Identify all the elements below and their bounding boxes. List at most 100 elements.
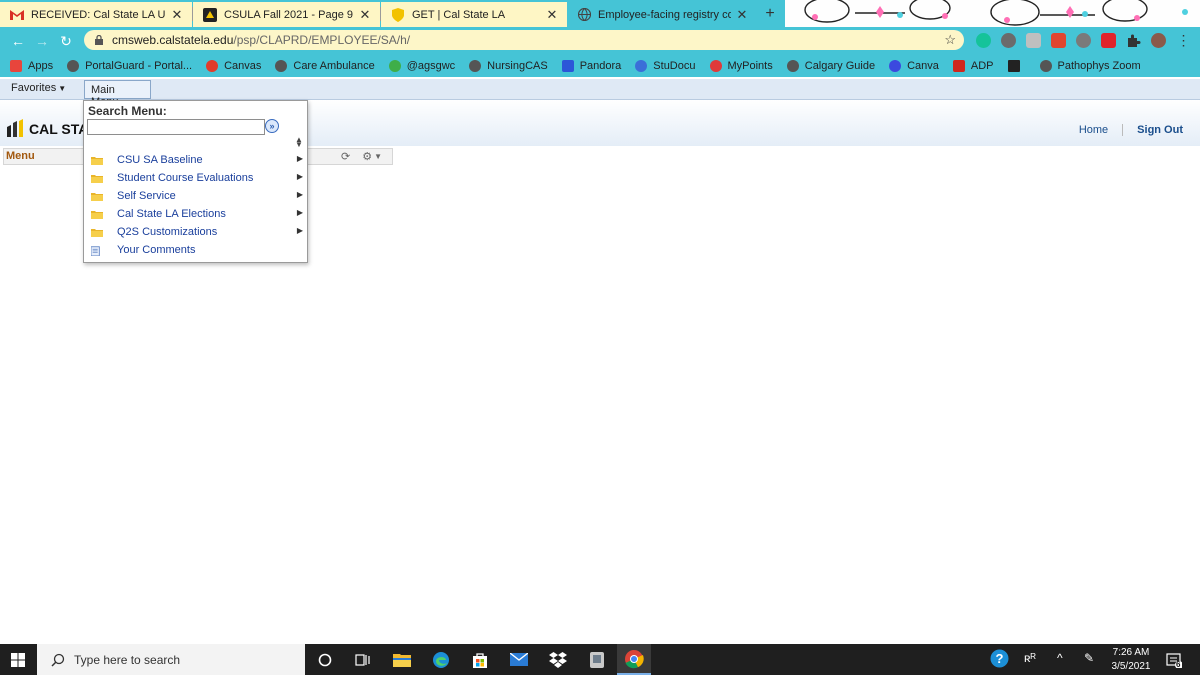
forward-icon[interactable]: → <box>33 32 51 50</box>
pen-icon[interactable]: ✎ <box>1084 651 1094 665</box>
bookmark-pandora[interactable]: Pandora <box>561 59 622 72</box>
menu-item-cal-state-la-elections[interactable]: Cal State LA Elections ▶ <box>91 205 303 223</box>
address-bar[interactable]: cmsweb.calstatela.edu /psp/CLAPRD/EMPLOY… <box>84 30 964 50</box>
show-hidden-icons-icon[interactable]: ^ <box>1057 651 1063 665</box>
sort-icon[interactable]: ▲ ▼ <box>295 136 303 149</box>
edge-icon[interactable] <box>430 649 451 670</box>
menu-item-q2s-customizations[interactable]: Q2S Customizations ▶ <box>91 223 303 241</box>
avatar[interactable] <box>1151 33 1166 48</box>
folder-icon <box>91 228 103 237</box>
sign-out-link[interactable]: Sign Out <box>1137 124 1183 136</box>
close-icon[interactable]: ✕ <box>545 7 559 23</box>
bookmark-label: StuDocu <box>653 59 696 72</box>
favorites-menu[interactable]: Favorites ▼ <box>11 82 66 94</box>
bookmark-film[interactable] <box>1007 59 1026 72</box>
menu-item-your-comments[interactable]: Your Comments <box>91 241 303 259</box>
reload-icon[interactable]: ↻ <box>57 32 75 50</box>
close-icon[interactable]: ✕ <box>170 7 184 23</box>
search-go-button[interactable]: » <box>265 119 279 133</box>
menu-pagelet-title: Menu <box>6 150 35 162</box>
svg-text:?: ? <box>996 651 1004 666</box>
close-icon[interactable]: ✕ <box>358 7 372 23</box>
tab-strip: RECEIVED: Cal State LA Undergra ✕ CSULA … <box>0 0 1200 27</box>
bookmark-label: @agsgwc <box>406 59 456 72</box>
gmail-icon <box>10 8 24 22</box>
bookmark-label: Canvas <box>224 59 262 72</box>
app-icon[interactable] <box>586 649 607 670</box>
bookmark-label: Pandora <box>579 59 622 72</box>
gear-icon[interactable]: ⚙ <box>362 150 372 163</box>
dropbox-icon[interactable] <box>547 649 568 670</box>
clock-date: 3/5/2021 <box>1111 661 1151 672</box>
help-icon[interactable]: ? <box>990 649 1009 671</box>
menu-item-csu-sa-baseline[interactable]: CSU SA Baseline ▶ <box>91 151 303 169</box>
calstate-logo-icon <box>7 119 23 137</box>
favorites-label: Favorites <box>11 82 57 94</box>
menu-item-label: Q2S Customizations <box>117 226 218 238</box>
clock[interactable]: 7:26 AM 3/5/2021 <box>1108 646 1154 674</box>
apps-grid-icon <box>10 59 22 72</box>
shield-extension-icon[interactable] <box>1076 33 1091 48</box>
refresh-icon[interactable]: ⟳ <box>341 150 350 163</box>
bookmark-pathophys-zoom[interactable]: Pathophys Zoom <box>1039 59 1141 72</box>
store-icon[interactable] <box>469 649 490 670</box>
bookmark-agsgwc[interactable]: @agsgwc <box>388 59 456 72</box>
bookmark-star-icon[interactable]: ☆ <box>944 32 956 48</box>
menu-item-label: Cal State LA Elections <box>117 208 226 220</box>
divider <box>1122 124 1124 136</box>
more-icon[interactable]: ⋮ <box>1176 33 1191 48</box>
bookmark-mypoints[interactable]: MyPoints <box>709 59 773 72</box>
search-menu-input[interactable] <box>87 119 265 135</box>
extension-icon[interactable] <box>1051 33 1066 48</box>
caret-down-icon[interactable]: ▼ <box>374 152 382 161</box>
header-links: Home Sign Out <box>1079 124 1183 136</box>
submenu-arrow-icon: ▶ <box>296 190 303 199</box>
people-icon[interactable]: ʀᴿ <box>1024 651 1036 665</box>
notifications-icon[interactable]: 6 <box>1166 652 1183 669</box>
puzzle-icon[interactable] <box>1126 33 1141 48</box>
home-link[interactable]: Home <box>1079 124 1108 136</box>
cortana-icon[interactable] <box>314 649 335 670</box>
bookmark-nursingcas[interactable]: NursingCAS <box>469 59 548 72</box>
file-explorer-icon[interactable] <box>391 649 412 670</box>
url-host: cmsweb.calstatela.edu <box>112 33 234 47</box>
bookmark-apps[interactable]: Apps <box>10 59 53 72</box>
menu-item-self-service[interactable]: Self Service ▶ <box>91 187 303 205</box>
leaf-icon <box>388 59 401 72</box>
mail-icon[interactable] <box>508 649 529 670</box>
submenu-arrow-icon: ▶ <box>296 172 303 181</box>
tab-csula[interactable]: CSULA Fall 2021 - Page 9 - Schoo ✕ <box>193 2 380 27</box>
grammarly-icon[interactable] <box>976 33 991 48</box>
bookmark-label: Calgary Guide <box>804 59 876 72</box>
tab-title: RECEIVED: Cal State LA Undergra <box>31 8 166 21</box>
menu-item-label: CSU SA Baseline <box>117 154 203 166</box>
skype-icon[interactable] <box>1001 33 1016 48</box>
bookmark-canva[interactable]: Canva <box>889 59 939 72</box>
bookmark-label: ADP <box>970 59 994 72</box>
new-tab-button[interactable]: + <box>761 5 779 23</box>
bookmark-studocu[interactable]: StuDocu <box>635 59 696 72</box>
globe-icon <box>1039 59 1052 72</box>
windows-start-icon[interactable] <box>11 653 25 667</box>
close-icon[interactable]: ✕ <box>735 7 749 23</box>
task-view-icon[interactable] <box>352 649 373 670</box>
taskbar-search-box[interactable]: Type here to search <box>37 644 305 675</box>
bookmark-canvas[interactable]: Canvas <box>206 59 262 72</box>
tab-gmail[interactable]: RECEIVED: Cal State LA Undergra ✕ <box>0 2 192 27</box>
bookmark-portalguard[interactable]: PortalGuard - Portal... <box>67 59 192 72</box>
globe-icon <box>67 59 80 72</box>
bookmark-care-ambulance[interactable]: Care Ambulance <box>275 59 375 72</box>
chrome-taskbar-button[interactable] <box>617 644 651 675</box>
tab-employee-registry[interactable]: Employee-facing registry content ✕ <box>567 2 757 27</box>
tab-get[interactable]: GET | Cal State LA ✕ <box>381 2 567 27</box>
back-icon[interactable]: ← <box>9 32 27 50</box>
menu-item-student-course-evaluations[interactable]: Student Course Evaluations ▶ <box>91 169 303 187</box>
caret-down-icon: ▼ <box>58 84 67 93</box>
page-icon <box>91 245 100 256</box>
extension-icon[interactable] <box>1026 33 1041 48</box>
tab-title: CSULA Fall 2021 - Page 9 - Schoo <box>224 8 354 21</box>
bookmark-calgary-guide[interactable]: Calgary Guide <box>786 59 876 72</box>
main-menu-button[interactable]: Main Menu▼ <box>84 80 151 108</box>
youtube-icon[interactable] <box>1101 33 1116 48</box>
bookmark-adp[interactable]: ADP <box>952 59 994 72</box>
